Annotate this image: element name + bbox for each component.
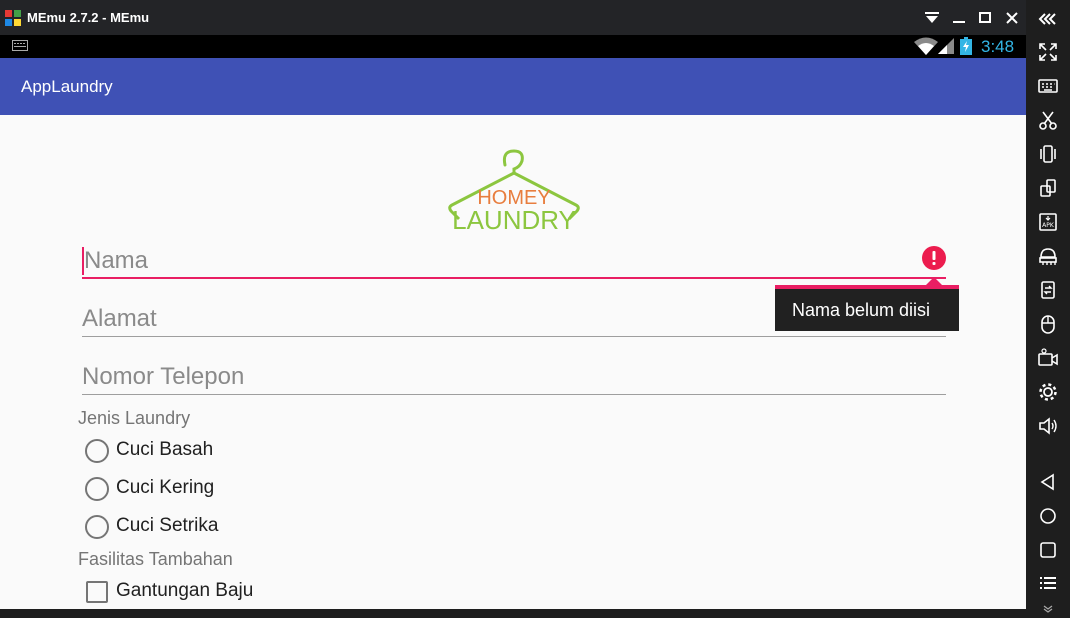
rotate-icon[interactable] (1037, 177, 1059, 199)
chevron-down-icon[interactable] (1041, 599, 1055, 613)
mouse-icon[interactable] (1037, 313, 1059, 335)
shake-icon[interactable] (1037, 143, 1059, 165)
maximize-icon[interactable] (976, 9, 994, 27)
home-icon[interactable] (1037, 505, 1059, 527)
android-statusbar: 3:48 (0, 35, 1026, 58)
emulator-toolbar: APK (1026, 0, 1070, 613)
menu-icon[interactable] (1037, 573, 1059, 595)
fasilitas-tambahan-label: Fasilitas Tambahan (78, 549, 233, 569)
keyboard-icon (12, 40, 28, 51)
recents-icon[interactable] (1037, 539, 1059, 561)
form-content[interactable]: HOMEY LAUNDRY Nama Alamat Nomor Telepon … (0, 115, 1026, 609)
app-toolbar: AppLaundry (0, 58, 1026, 115)
radio-button[interactable] (85, 477, 109, 501)
svg-text:APK: APK (1042, 222, 1055, 229)
error-tooltip: Nama belum diisi (775, 277, 959, 331)
volume-icon[interactable] (1037, 415, 1059, 437)
radio-button[interactable] (85, 439, 109, 463)
nomor-telepon-field[interactable]: Nomor Telepon (82, 355, 946, 395)
window-title: MEmu 2.7.2 - MEmu (27, 10, 150, 25)
status-time: 3:48 (981, 37, 1015, 56)
collapse-sidebar-icon[interactable] (1037, 8, 1059, 30)
nomor-telepon-underline (82, 394, 946, 395)
radio-label: Cuci Setrika (116, 515, 219, 536)
app-title: AppLaundry (21, 77, 113, 96)
tooltip-arrow (926, 277, 942, 285)
alamat-placeholder: Alamat (82, 305, 157, 332)
back-icon[interactable] (1037, 471, 1059, 493)
error-icon[interactable] (922, 246, 946, 270)
sync-icon[interactable] (1037, 279, 1059, 301)
settings-icon[interactable] (1037, 381, 1059, 403)
minimize-icon[interactable] (950, 9, 968, 27)
radio-button[interactable] (85, 515, 109, 539)
close-icon[interactable] (1003, 9, 1021, 27)
checkbox[interactable] (86, 581, 108, 603)
checkbox-label: Gantungan Baju (116, 580, 254, 601)
install-apk-icon[interactable]: APK (1037, 211, 1059, 233)
signal-icon (938, 38, 954, 54)
jenis-laundry-label: Jenis Laundry (78, 408, 191, 428)
alamat-underline (82, 336, 946, 337)
radio-label: Cuci Kering (116, 477, 215, 498)
nama-field[interactable]: Nama (82, 239, 946, 279)
dropdown-icon[interactable] (923, 9, 941, 27)
radio-label: Cuci Basah (116, 439, 214, 460)
fullscreen-icon[interactable] (1037, 41, 1059, 63)
nama-placeholder: Nama (84, 247, 149, 274)
window-titlebar: MEmu 2.7.2 - MEmu (0, 0, 1026, 35)
nama-underline (82, 277, 946, 279)
memu-app-icon (5, 10, 21, 26)
battery-icon (960, 37, 972, 55)
error-message: Nama belum diisi (792, 300, 931, 320)
android-icon[interactable] (1037, 245, 1059, 267)
logo-text-laundry: LAUNDRY (452, 205, 576, 233)
tooltip-accent-bar (775, 285, 959, 289)
homey-laundry-logo: HOMEY LAUNDRY (448, 149, 580, 233)
nomor-telepon-placeholder: Nomor Telepon (82, 363, 245, 390)
video-record-icon[interactable] (1037, 347, 1059, 369)
wifi-icon (914, 37, 938, 55)
keyboard-mapping-icon[interactable] (1037, 75, 1059, 97)
screenshot-icon[interactable] (1037, 109, 1059, 131)
window-bottom-edge (0, 609, 1026, 613)
